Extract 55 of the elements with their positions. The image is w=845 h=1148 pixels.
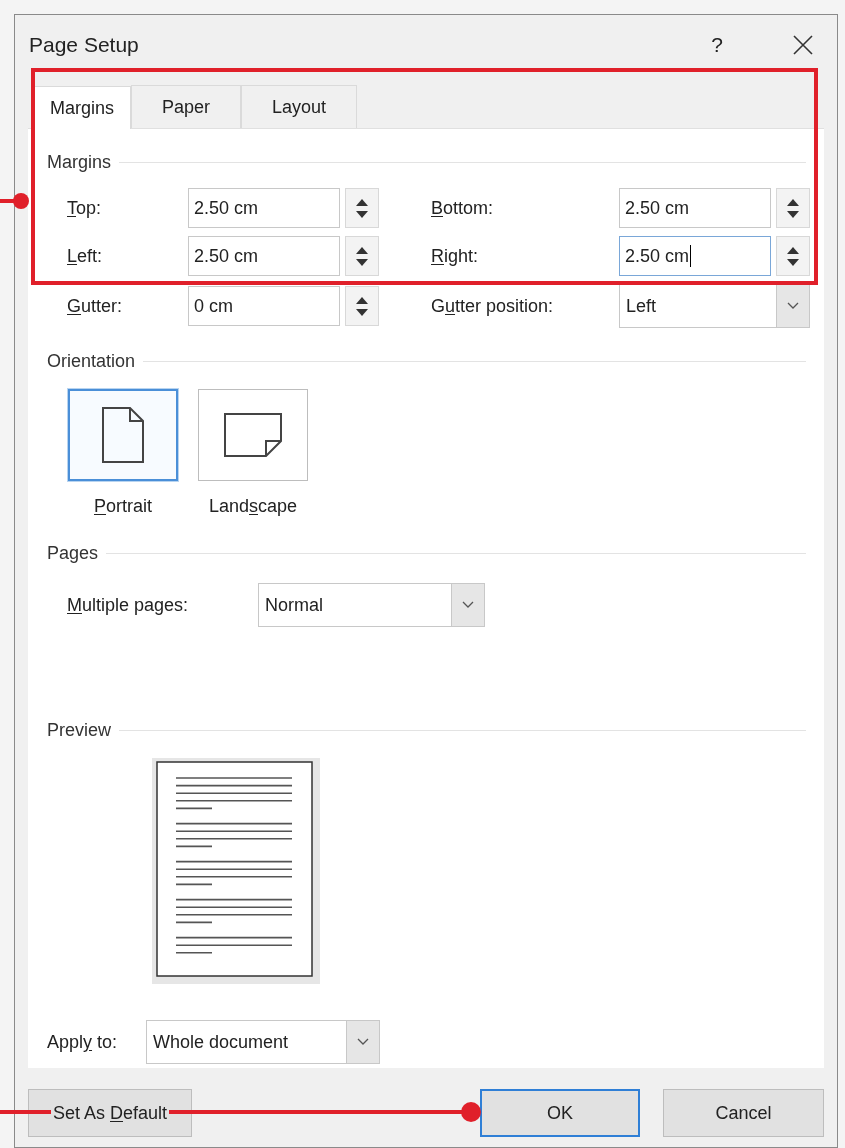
down-arrow-icon bbox=[356, 258, 368, 266]
chevron-down-icon bbox=[462, 601, 474, 609]
dropdown[interactable]: Left bbox=[619, 284, 810, 328]
input-field[interactable]: 2.50 cm bbox=[619, 236, 771, 276]
field-label: Gutter: bbox=[67, 294, 124, 318]
window-title: Page Setup bbox=[29, 32, 140, 59]
input-field[interactable]: 0 cm bbox=[188, 286, 340, 326]
field-label: Bottom: bbox=[431, 196, 495, 220]
input-field[interactable]: 2.50 cm bbox=[188, 236, 340, 276]
orientation-label: Landscape bbox=[208, 495, 298, 518]
spin-button[interactable] bbox=[345, 188, 379, 228]
section-heading: Margins bbox=[47, 151, 112, 174]
chevron-down-icon bbox=[787, 302, 799, 310]
down-arrow-icon bbox=[356, 308, 368, 316]
orientation-label: Portrait bbox=[94, 495, 152, 518]
spin-button[interactable] bbox=[345, 286, 379, 326]
dialog-button[interactable]: Set As Default bbox=[28, 1089, 192, 1137]
spin-button[interactable] bbox=[345, 236, 379, 276]
help-button[interactable]: ? bbox=[711, 29, 723, 61]
orientation-button[interactable] bbox=[68, 389, 178, 481]
dialog-button[interactable]: OK bbox=[480, 1089, 640, 1137]
input-field[interactable]: 2.50 cm bbox=[188, 188, 340, 228]
section-heading: Preview bbox=[47, 719, 112, 742]
section-heading: Pages bbox=[47, 542, 99, 565]
up-arrow-icon bbox=[356, 246, 368, 254]
spin-button[interactable] bbox=[776, 236, 810, 276]
tab[interactable]: Layout bbox=[241, 85, 358, 128]
up-arrow-icon bbox=[787, 198, 799, 206]
spin-button[interactable] bbox=[776, 188, 810, 228]
field-label: Multiple pages: bbox=[67, 593, 190, 617]
up-arrow-icon bbox=[356, 198, 368, 206]
dropdown[interactable]: Whole document bbox=[146, 1020, 380, 1064]
section-heading: Orientation bbox=[47, 350, 136, 373]
dropdown[interactable]: Normal bbox=[258, 583, 485, 627]
landscape-page-icon bbox=[224, 413, 282, 457]
text-caret bbox=[690, 245, 692, 267]
chevron-down-icon bbox=[357, 1038, 369, 1046]
field-label: Right: bbox=[431, 244, 480, 268]
dialog-button[interactable]: Cancel bbox=[663, 1089, 824, 1137]
portrait-page-icon bbox=[102, 407, 144, 463]
down-arrow-icon bbox=[787, 210, 799, 218]
up-arrow-icon bbox=[787, 246, 799, 254]
callout-pointer bbox=[0, 192, 30, 210]
field-label: Apply to: bbox=[47, 1030, 119, 1054]
close-icon[interactable] bbox=[793, 35, 813, 55]
up-arrow-icon bbox=[356, 296, 368, 304]
down-arrow-icon bbox=[787, 258, 799, 266]
input-field[interactable]: 2.50 cm bbox=[619, 188, 771, 228]
field-label: Gutter position: bbox=[431, 294, 555, 318]
down-arrow-icon bbox=[356, 210, 368, 218]
tab[interactable]: Paper bbox=[131, 85, 242, 128]
field-label: Top: bbox=[67, 196, 103, 220]
orientation-button[interactable] bbox=[198, 389, 308, 481]
field-label: Left: bbox=[67, 244, 104, 268]
tab[interactable]: Margins bbox=[33, 86, 132, 129]
